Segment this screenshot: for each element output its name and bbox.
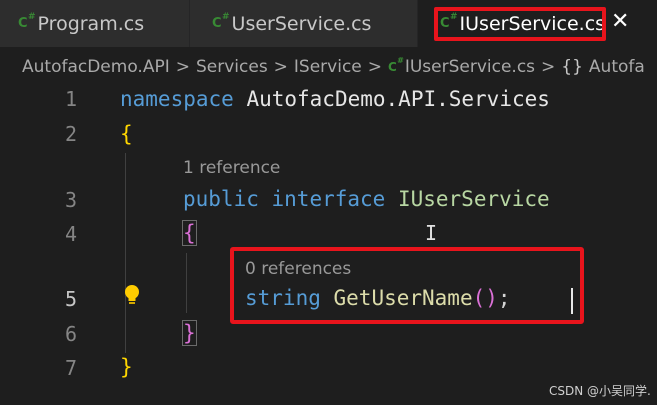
lightbulb-icon[interactable] xyxy=(122,284,142,306)
code-highlight-box xyxy=(230,247,584,324)
watermark: CSDN @小吴同学. xyxy=(549,384,651,398)
code-line-6: } xyxy=(182,320,197,346)
codelens-references[interactable]: 1 reference xyxy=(183,158,280,178)
tab-label: Program.cs xyxy=(37,12,145,35)
chevron-right-icon: > xyxy=(367,57,383,77)
code-line-7: } xyxy=(120,355,133,379)
breadcrumb-item-file[interactable]: IUserService.cs xyxy=(405,57,535,77)
tab-program-cs[interactable]: C # Program.cs xyxy=(0,0,190,47)
tab-highlight-box xyxy=(434,7,606,41)
breadcrumb-item-namespace[interactable]: Autofa xyxy=(589,57,645,77)
indent-guide xyxy=(186,253,187,313)
code-line-1: namespace AutofacDemo.API.Services xyxy=(120,87,550,111)
breadcrumb-item-services[interactable]: Services xyxy=(196,57,268,77)
chevron-right-icon: > xyxy=(175,57,190,77)
code-line-2: { xyxy=(120,122,133,146)
indent-guide xyxy=(125,153,126,353)
tab-userservice-cs[interactable]: C # UserService.cs xyxy=(190,0,418,47)
breadcrumb-item-project[interactable]: AutofacDemo.API xyxy=(22,57,170,77)
mouse-ibeam-icon: I xyxy=(425,221,438,245)
csharp-file-icon: C # xyxy=(212,12,230,31)
line-number: 4 xyxy=(64,222,77,246)
line-number: 7 xyxy=(64,356,77,380)
namespace-icon: {} xyxy=(561,57,583,77)
line-number: 5 xyxy=(64,287,77,311)
line-number: 3 xyxy=(64,188,77,212)
chevron-right-icon: > xyxy=(273,57,288,77)
code-editor[interactable]: 1 2 3 4 5 6 7 namespace AutofacDemo.API.… xyxy=(0,87,657,405)
line-number: 2 xyxy=(64,122,77,146)
line-number: 6 xyxy=(64,322,77,346)
tab-label: UserService.cs xyxy=(231,12,372,35)
close-icon[interactable]: ✕ xyxy=(611,9,629,35)
tab-bar: C # Program.cs C # UserService.cs C # IUser… xyxy=(0,0,657,47)
breadcrumb-item-iservice[interactable]: IService xyxy=(294,57,362,77)
csharp-file-icon: C # xyxy=(18,12,36,31)
breadcrumb: AutofacDemo.API > Services > IService > … xyxy=(0,47,657,87)
chevron-right-icon: > xyxy=(541,57,556,77)
csharp-file-icon: C # xyxy=(388,56,404,74)
line-number: 1 xyxy=(64,87,77,111)
code-line-4: { xyxy=(182,220,197,246)
code-line-3: public interface IUserService xyxy=(183,187,550,211)
